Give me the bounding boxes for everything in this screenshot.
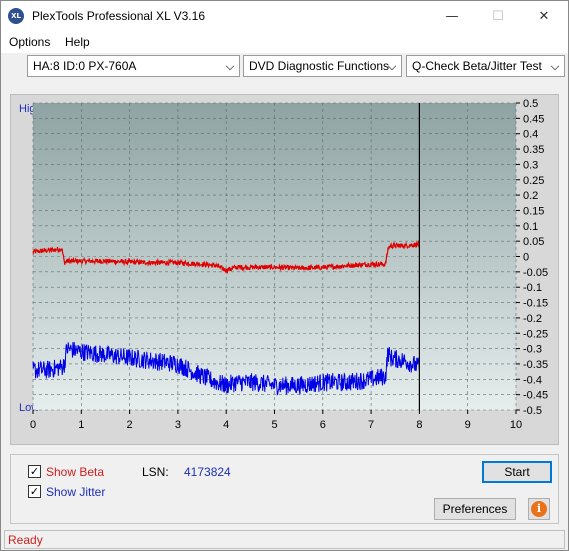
x-tick-label: 8 bbox=[416, 419, 422, 431]
minimize-button[interactable]: — bbox=[429, 1, 475, 31]
show-jitter-checkbox[interactable]: ✓ bbox=[28, 485, 41, 498]
x-tick-label: 4 bbox=[223, 419, 229, 431]
show-beta-checkbox[interactable]: ✓ bbox=[28, 465, 41, 478]
y-tick-label: 0.05 bbox=[523, 236, 544, 248]
info-button[interactable]: i bbox=[528, 498, 550, 520]
x-tick-label: 10 bbox=[510, 419, 522, 431]
x-tick-label: 1 bbox=[78, 419, 84, 431]
y-tick-label: -0.1 bbox=[523, 282, 542, 294]
grid bbox=[32, 102, 517, 411]
x-tick-label: 6 bbox=[320, 419, 326, 431]
device-select-value: HA:8 ID:0 PX-760A bbox=[33, 59, 137, 73]
show-beta-text: Show Beta bbox=[46, 465, 105, 479]
options-group: ✓ Show Beta ✓ Show Jitter LSN: 4173824 S… bbox=[10, 454, 559, 524]
beta-jitter-chart: 0.5 0.45 0.4 0.35 0.3 0.25 0.2 0.15 0.1 0.05 0 -0.0… bbox=[30, 98, 548, 431]
y-tick-label: 0 bbox=[523, 252, 529, 264]
y-tick-label: 0.4 bbox=[523, 129, 538, 141]
menu-help-label: Help bbox=[65, 35, 90, 49]
y-tick-label: 0.35 bbox=[523, 144, 544, 156]
y-tick-label: 0.1 bbox=[523, 221, 538, 233]
status-text: Ready bbox=[8, 533, 43, 547]
y-tick-label: 0.2 bbox=[523, 190, 538, 202]
show-beta-label[interactable]: Show Beta bbox=[46, 465, 104, 479]
window-title: PlexTools Professional XL V3.16 bbox=[32, 9, 205, 23]
close-icon: ✕ bbox=[538, 8, 550, 24]
lsn-label: LSN: bbox=[142, 465, 169, 479]
test-select[interactable]: Q-Check Beta/Jitter Test bbox=[406, 55, 565, 77]
menu-options[interactable]: Options bbox=[9, 35, 50, 49]
y-tick-label: -0.15 bbox=[523, 298, 548, 310]
y-tick-label: 0.5 bbox=[523, 98, 538, 110]
toolbar: HA:8 ID:0 PX-760A DVD Diagnostic Functio… bbox=[1, 53, 568, 79]
y-tick-label: 0.3 bbox=[523, 159, 538, 171]
checkmark-icon: ✓ bbox=[29, 465, 40, 478]
y-tick-label: -0.4 bbox=[523, 374, 542, 386]
x-tick-label: 2 bbox=[127, 419, 133, 431]
start-button-label: Start bbox=[504, 465, 530, 479]
y-tick-label: 0.15 bbox=[523, 205, 544, 217]
x-tick-label: 0 bbox=[30, 419, 36, 431]
device-select[interactable]: HA:8 ID:0 PX-760A bbox=[27, 55, 240, 77]
chart-panel: High Low 0.5 0.45 0.4 0.35 0.3 0.25 0.2 0.15 0.1… bbox=[10, 94, 559, 445]
x-tick-label: 5 bbox=[271, 419, 277, 431]
show-jitter-text: Show Jitter bbox=[46, 485, 106, 499]
maximize-icon: ☐ bbox=[492, 8, 504, 24]
test-select-value: Q-Check Beta/Jitter Test bbox=[412, 59, 542, 73]
x-tick-label: 3 bbox=[175, 419, 181, 431]
y-tick-label: -0.2 bbox=[523, 313, 542, 325]
minimize-icon: — bbox=[445, 8, 459, 24]
y-tick-label: -0.35 bbox=[523, 359, 548, 371]
y-tick-label: -0.5 bbox=[523, 405, 542, 417]
menu-help[interactable]: Help bbox=[65, 35, 90, 49]
chevron-down-icon bbox=[550, 61, 560, 71]
maximize-button[interactable]: ☐ bbox=[475, 1, 521, 31]
lsn-value: 4173824 bbox=[184, 465, 231, 479]
show-jitter-label[interactable]: Show Jitter bbox=[46, 485, 105, 499]
y-axis: 0.5 0.45 0.4 0.35 0.3 0.25 0.2 0.15 0.1 0.05 0 -0.0… bbox=[516, 98, 548, 417]
x-tick-label: 9 bbox=[465, 419, 471, 431]
y-tick-label: -0.05 bbox=[523, 267, 548, 279]
preferences-button[interactable]: Preferences bbox=[434, 498, 516, 520]
function-select[interactable]: DVD Diagnostic Functions bbox=[243, 55, 402, 77]
plextools-window: XL PlexTools Professional XL V3.16 — ☐ ✕… bbox=[0, 0, 569, 551]
preferences-button-label: Preferences bbox=[442, 502, 508, 516]
info-icon: i bbox=[531, 501, 547, 517]
close-button[interactable]: ✕ bbox=[521, 1, 567, 31]
checkmark-icon: ✓ bbox=[29, 485, 40, 498]
y-tick-label: -0.45 bbox=[523, 390, 548, 402]
y-tick-label: 0.45 bbox=[523, 113, 544, 125]
y-tick-label: -0.3 bbox=[523, 344, 542, 356]
app-logo-icon: XL bbox=[8, 8, 24, 24]
menu-options-label: Options bbox=[9, 35, 51, 49]
menu-bar: Options Help bbox=[1, 31, 568, 53]
chevron-down-icon bbox=[225, 61, 235, 71]
x-axis: 0 1 2 3 4 5 6 7 8 9 10 bbox=[30, 410, 522, 431]
title-bar[interactable]: XL PlexTools Professional XL V3.16 — ☐ ✕ bbox=[1, 1, 568, 31]
y-tick-label: -0.25 bbox=[523, 328, 548, 340]
function-select-value: DVD Diagnostic Functions bbox=[249, 59, 390, 73]
y-tick-label: 0.25 bbox=[523, 175, 544, 187]
status-bar: Ready bbox=[4, 530, 565, 549]
start-button[interactable]: Start bbox=[482, 461, 552, 483]
x-tick-label: 7 bbox=[368, 419, 374, 431]
